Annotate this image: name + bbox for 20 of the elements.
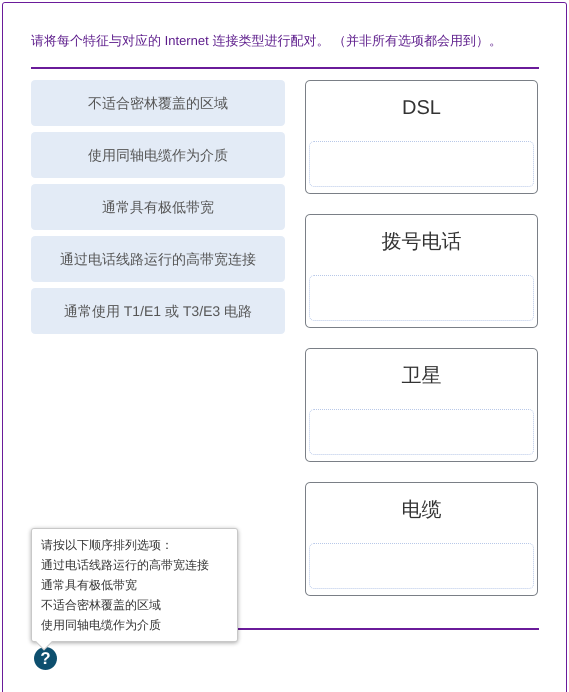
- drop-zone[interactable]: [308, 141, 534, 187]
- option-tile[interactable]: 通过电话线路运行的高带宽连接: [31, 236, 285, 282]
- category-title: 电缆: [401, 498, 442, 523]
- hint-line: 不适合密林覆盖的区域: [41, 597, 162, 614]
- category-title: 卫星: [401, 364, 442, 389]
- hint-title: 请按以下顺序排列选项：: [41, 537, 174, 554]
- option-tile[interactable]: 不适合密林覆盖的区域: [31, 80, 285, 126]
- drop-zone[interactable]: [308, 409, 534, 455]
- help-button[interactable]: ?: [34, 647, 57, 670]
- drop-zone[interactable]: [308, 275, 534, 321]
- instruction-text: 请将每个特征与对应的 Internet 连接类型进行配对。 （并非所有选项都会用到）。: [31, 31, 539, 69]
- drop-zone[interactable]: [308, 543, 534, 589]
- hint-line: 使用同轴电缆作为介质: [41, 617, 162, 634]
- hint-line: 通常具有极低带宽: [41, 577, 138, 594]
- option-tile[interactable]: 通常具有极低带宽: [31, 184, 285, 230]
- category-title: DSL: [402, 96, 441, 121]
- hint-line: 通过电话线路运行的高带宽连接: [41, 557, 210, 574]
- category-title: 拨号电话: [381, 230, 462, 255]
- option-tile[interactable]: 通常使用 T1/E1 或 T3/E3 电路: [31, 288, 285, 334]
- option-tile[interactable]: 使用同轴电缆作为介质: [31, 132, 285, 178]
